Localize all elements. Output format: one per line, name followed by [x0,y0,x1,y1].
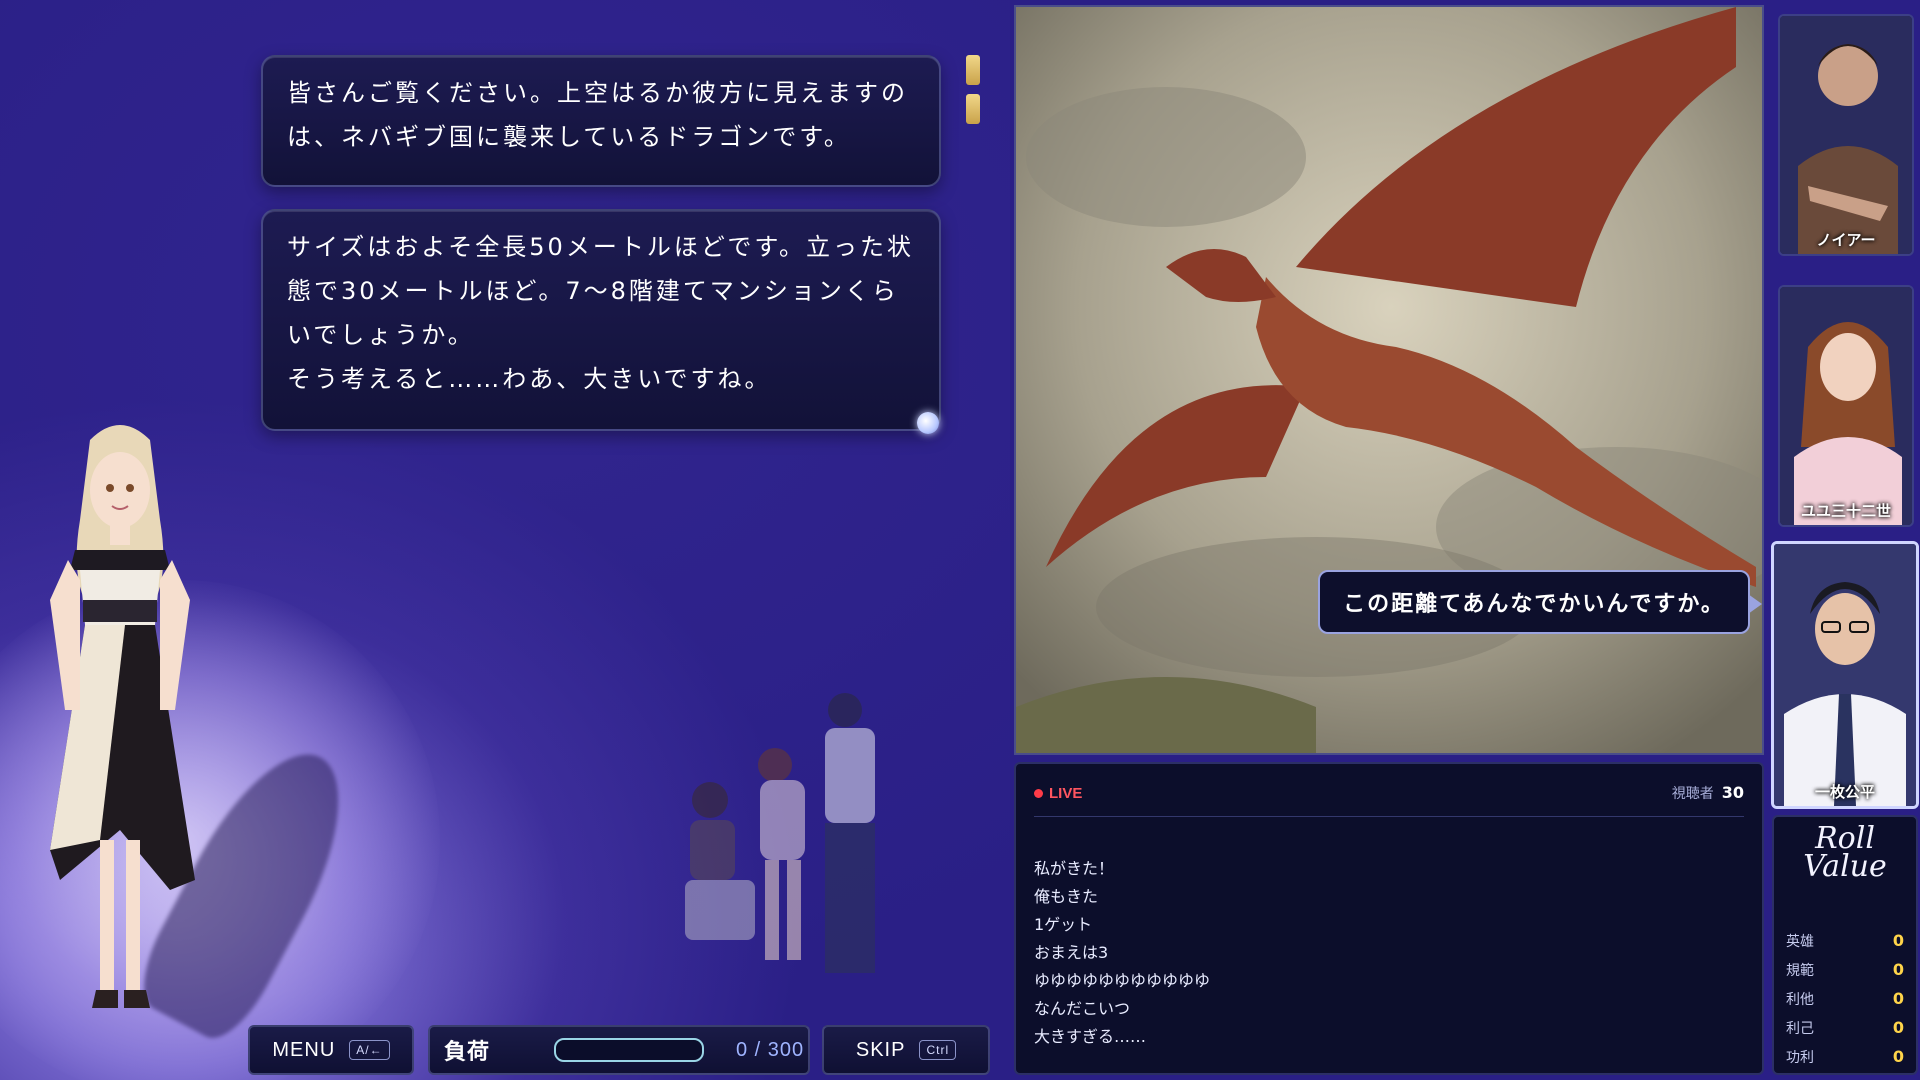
dialogue-box-2[interactable]: サイズはおよそ全長50メートルほどです。立った状 態で30メートルほど。7〜8階… [261,209,941,431]
chat-message: おまえは3 [1034,943,1109,962]
viewers-number: 30 [1721,783,1744,802]
portrait-name: 一枚公平 [1814,783,1875,801]
value-row-altruism: 利他 0 [1786,989,1904,1009]
stage-area: 皆さんご覧ください。上空はるか彼方に見えますの は、ネバギブ国に襲来しているドラ… [0,0,1010,1080]
chat-message: なんだこいつ [1034,999,1131,1018]
live-chat-panel: LIVE 視聴者 30 私がきた！ 俺もきた 1ゲット おまえは3 ゆゆゆゆゆゆゆ… [1014,762,1764,1075]
value-label: 規範 [1786,963,1814,979]
value-row-selfish: 利己 0 [1786,1018,1904,1038]
value-label: 利他 [1786,992,1814,1008]
portrait-ichimai[interactable]: 一枚公平 [1771,541,1919,809]
value-number: 0 [1892,960,1904,979]
value-row-norm: 規範 0 [1786,960,1904,980]
chat-message: 大きすぎる…… [1034,1027,1147,1046]
log-tab-lower[interactable] [966,94,980,124]
scene-illustration [1014,5,1764,755]
chat-message: 俺もきた [1034,887,1099,906]
portrait-yuyu-image [1780,287,1912,525]
load-value: 0 / 300 [736,1038,805,1061]
menu-key-hint: A/← [349,1040,390,1060]
value-number: 0 [1892,1018,1904,1037]
live-label: LIVE [1049,784,1083,802]
chat-message: ゆゆゆゆゆゆゆゆゆゆゆ [1034,971,1211,990]
portrait-name: ノイアー [1816,231,1876,249]
chat-messages: 私がきた！ 俺もきた 1ゲット おまえは3 ゆゆゆゆゆゆゆゆゆゆゆ なんだこいつ… [1034,855,1210,1051]
live-dot-icon [1034,788,1043,798]
chat-message: 私がきた！ [1034,859,1115,878]
heroine-sprite [50,425,195,1008]
log-tab-upper[interactable] [966,55,980,85]
speech-bubble: この距離てあんなでかいんですか。 [1318,570,1762,634]
value-number: 0 [1892,1047,1904,1066]
portrait-noia[interactable]: ノイアー [1778,14,1914,256]
value-label: 英雄 [1786,934,1814,950]
portrait-yuyu[interactable]: ユユ三十二世 [1778,285,1914,527]
menu-label: MENU [272,1038,336,1061]
portrait-name: ユユ三十二世 [1800,502,1891,520]
load-meter: 負荷 0 / 300 [428,1025,810,1075]
viewers-label: 視聴者 [1671,786,1714,802]
live-tag: LIVE [1034,785,1082,802]
chat-message: 1ゲット [1034,915,1093,934]
value-row-utility: 功利 0 [1786,1047,1904,1067]
next-indicator-icon[interactable] [917,412,939,434]
skip-key-hint: Ctrl [919,1040,957,1060]
value-number: 0 [1892,931,1904,950]
portrait-noia-image [1780,16,1912,254]
load-bar [554,1038,704,1062]
logo-line-2: Value [1803,849,1887,884]
value-label: 功利 [1786,1050,1814,1066]
background-characters [685,693,875,973]
value-label: 利己 [1786,1021,1814,1037]
viewer-count: 視聴者 30 [1672,783,1744,803]
dialogue-box-1[interactable]: 皆さんご覧ください。上空はるか彼方に見えますの は、ネバギブ国に襲来しているドラ… [261,55,941,187]
menu-button[interactable]: MENU A/← [248,1025,414,1075]
value-row-hero: 英雄 0 [1786,931,1904,951]
value-number: 0 [1892,989,1904,1008]
values-panel: Roll Value 英雄 0 規範 0 利他 0 利己 0 功利 0 [1772,815,1918,1075]
roll-value-logo: Roll Value [1774,824,1916,884]
dragon-scene-image [1016,7,1762,753]
live-header: LIVE 視聴者 30 [1034,778,1744,817]
skip-button[interactable]: SKIP Ctrl [822,1025,990,1075]
skip-label: SKIP [855,1038,906,1061]
portrait-ichimai-image [1774,544,1916,806]
load-label: 負荷 [444,1039,491,1064]
